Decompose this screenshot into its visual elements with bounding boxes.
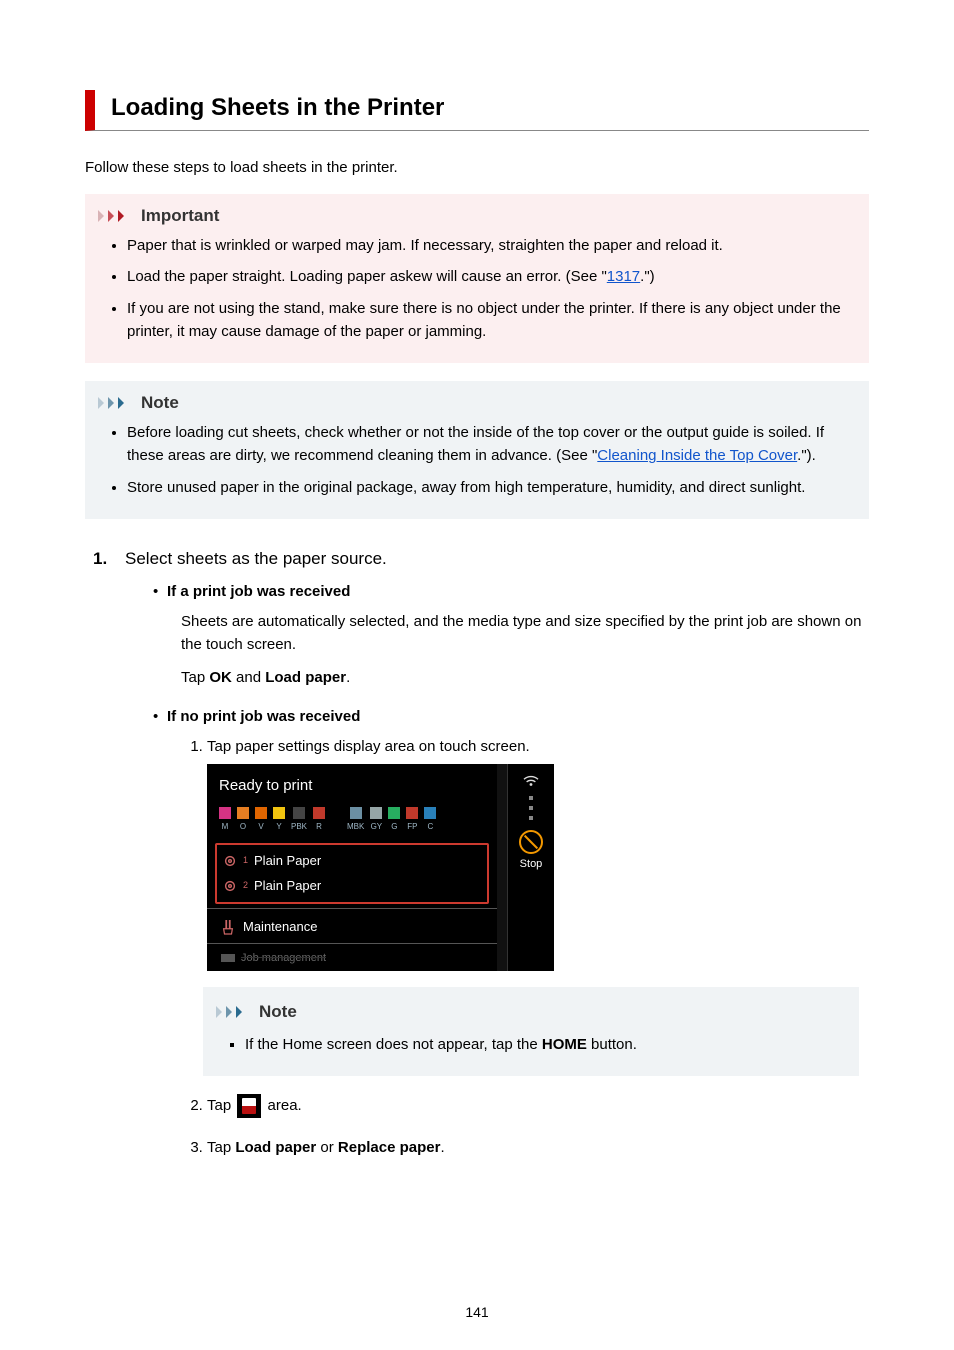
ink-level: Y <box>273 807 285 833</box>
note-item-text: Store unused paper in the original packa… <box>127 479 805 496</box>
maintenance-icon <box>221 919 235 935</box>
chevrons-icon <box>97 395 133 411</box>
paper-label: Plain Paper <box>254 851 321 871</box>
screenshot-status-text: Ready to print <box>207 764 497 803</box>
step-list: 1. Select sheets as the paper source. If… <box>93 549 869 1178</box>
substep: Tap paper settings display area on touch… <box>207 735 869 1077</box>
case-paragraph: Tap OK and Load paper. <box>181 666 869 689</box>
touchscreen-screenshot: Ready to print MOVY PBK R MBK GYGFPC <box>207 764 554 971</box>
important-list: Paper that is wrinkled or warped may jam… <box>97 234 853 343</box>
note-callout-inner: Note If the Home screen does not appear,… <box>203 987 859 1077</box>
note-heading-text: Note <box>259 999 297 1025</box>
paper-label: Plain Paper <box>254 876 321 896</box>
note-header: Note <box>215 999 843 1025</box>
job-row[interactable]: Job management <box>207 944 497 971</box>
maintenance-label: Maintenance <box>243 917 317 937</box>
substep-text: Tap paper settings display area on touch… <box>207 738 530 755</box>
ink-level: R <box>313 807 325 833</box>
case-item: If a print job was received Sheets are a… <box>153 583 869 690</box>
note-header: Note <box>97 393 853 413</box>
stop-icon[interactable] <box>519 830 543 854</box>
important-item-text-after: .") <box>640 268 655 285</box>
job-icon <box>221 954 235 962</box>
intro-text: Follow these steps to load sheets in the… <box>85 159 869 176</box>
case-title: If no print job was received <box>167 708 869 725</box>
stop-label: Stop <box>520 856 543 873</box>
important-heading-text: Important <box>141 206 219 226</box>
case-list: If a print job was received Sheets are a… <box>125 583 869 1160</box>
note-item-text-after: ."). <box>797 447 816 464</box>
ink-level: O <box>237 807 249 833</box>
important-item: Paper that is wrinkled or warped may jam… <box>127 234 853 257</box>
paper-row: 2 Plain Paper <box>223 874 481 898</box>
chevrons-icon <box>97 208 133 224</box>
step-number: 1. <box>93 549 115 1178</box>
important-item: Load the paper straight. Loading paper a… <box>127 265 853 288</box>
note-item: If the Home screen does not appear, tap … <box>245 1033 843 1056</box>
note-item: Before loading cut sheets, check whether… <box>127 421 853 468</box>
important-item: If you are not using the stand, make sur… <box>127 297 853 344</box>
page-number: 141 <box>0 1304 954 1320</box>
note-item: Store unused paper in the original packa… <box>127 476 853 499</box>
case-title: If a print job was received <box>167 583 869 600</box>
substep-list: Tap paper settings display area on touch… <box>167 735 869 1160</box>
case-item: If no print job was received Tap paper s… <box>153 708 869 1160</box>
note-list: Before loading cut sheets, check whether… <box>97 421 853 499</box>
ink-level: PBK <box>291 807 307 833</box>
cleaning-link[interactable]: Cleaning Inside the Top Cover <box>597 447 797 464</box>
ink-level: MBK <box>347 807 364 833</box>
page-title: Loading Sheets in the Printer <box>111 94 869 122</box>
ink-level: FP <box>406 807 418 833</box>
important-item-text: Load the paper straight. Loading paper a… <box>127 268 607 285</box>
note-list: If the Home screen does not appear, tap … <box>215 1033 843 1056</box>
error-code-link[interactable]: 1317 <box>607 268 640 285</box>
note-heading-text: Note <box>141 393 179 413</box>
substep: Tap area. <box>207 1094 869 1118</box>
scrollbar[interactable] <box>497 764 507 971</box>
sheet-area-icon <box>237 1094 261 1118</box>
paper-settings-area[interactable]: 1 Plain Paper 2 Plain Paper <box>215 843 489 903</box>
ink-level: M <box>219 807 231 833</box>
note-callout: Note Before loading cut sheets, check wh… <box>85 381 869 519</box>
important-callout: Important Paper that is wrinkled or warp… <box>85 194 869 363</box>
step-title: Select sheets as the paper source. <box>125 549 869 569</box>
substep: Tap Load paper or Replace paper. <box>207 1136 869 1159</box>
ink-level: V <box>255 807 267 833</box>
important-item-text: Paper that is wrinkled or warped may jam… <box>127 237 723 254</box>
ink-row: MOVY PBK R MBK GYGFPC <box>207 803 497 837</box>
ink-level: C <box>424 807 436 833</box>
paper-row: 1 Plain Paper <box>223 849 481 873</box>
step: 1. Select sheets as the paper source. If… <box>93 549 869 1178</box>
important-item-text: If you are not using the stand, make sur… <box>127 300 841 340</box>
ink-level: GY <box>370 807 382 833</box>
roll-icon <box>223 854 237 868</box>
page-title-block: Loading Sheets in the Printer <box>85 90 869 131</box>
important-header: Important <box>97 206 853 226</box>
roll-icon <box>223 879 237 893</box>
chevrons-icon <box>215 1004 251 1020</box>
job-label: Job management <box>241 950 326 967</box>
maintenance-row[interactable]: Maintenance <box>207 909 497 937</box>
wifi-icon <box>522 774 540 788</box>
case-paragraph: Sheets are automatically selected, and t… <box>181 610 869 657</box>
ink-level: G <box>388 807 400 833</box>
